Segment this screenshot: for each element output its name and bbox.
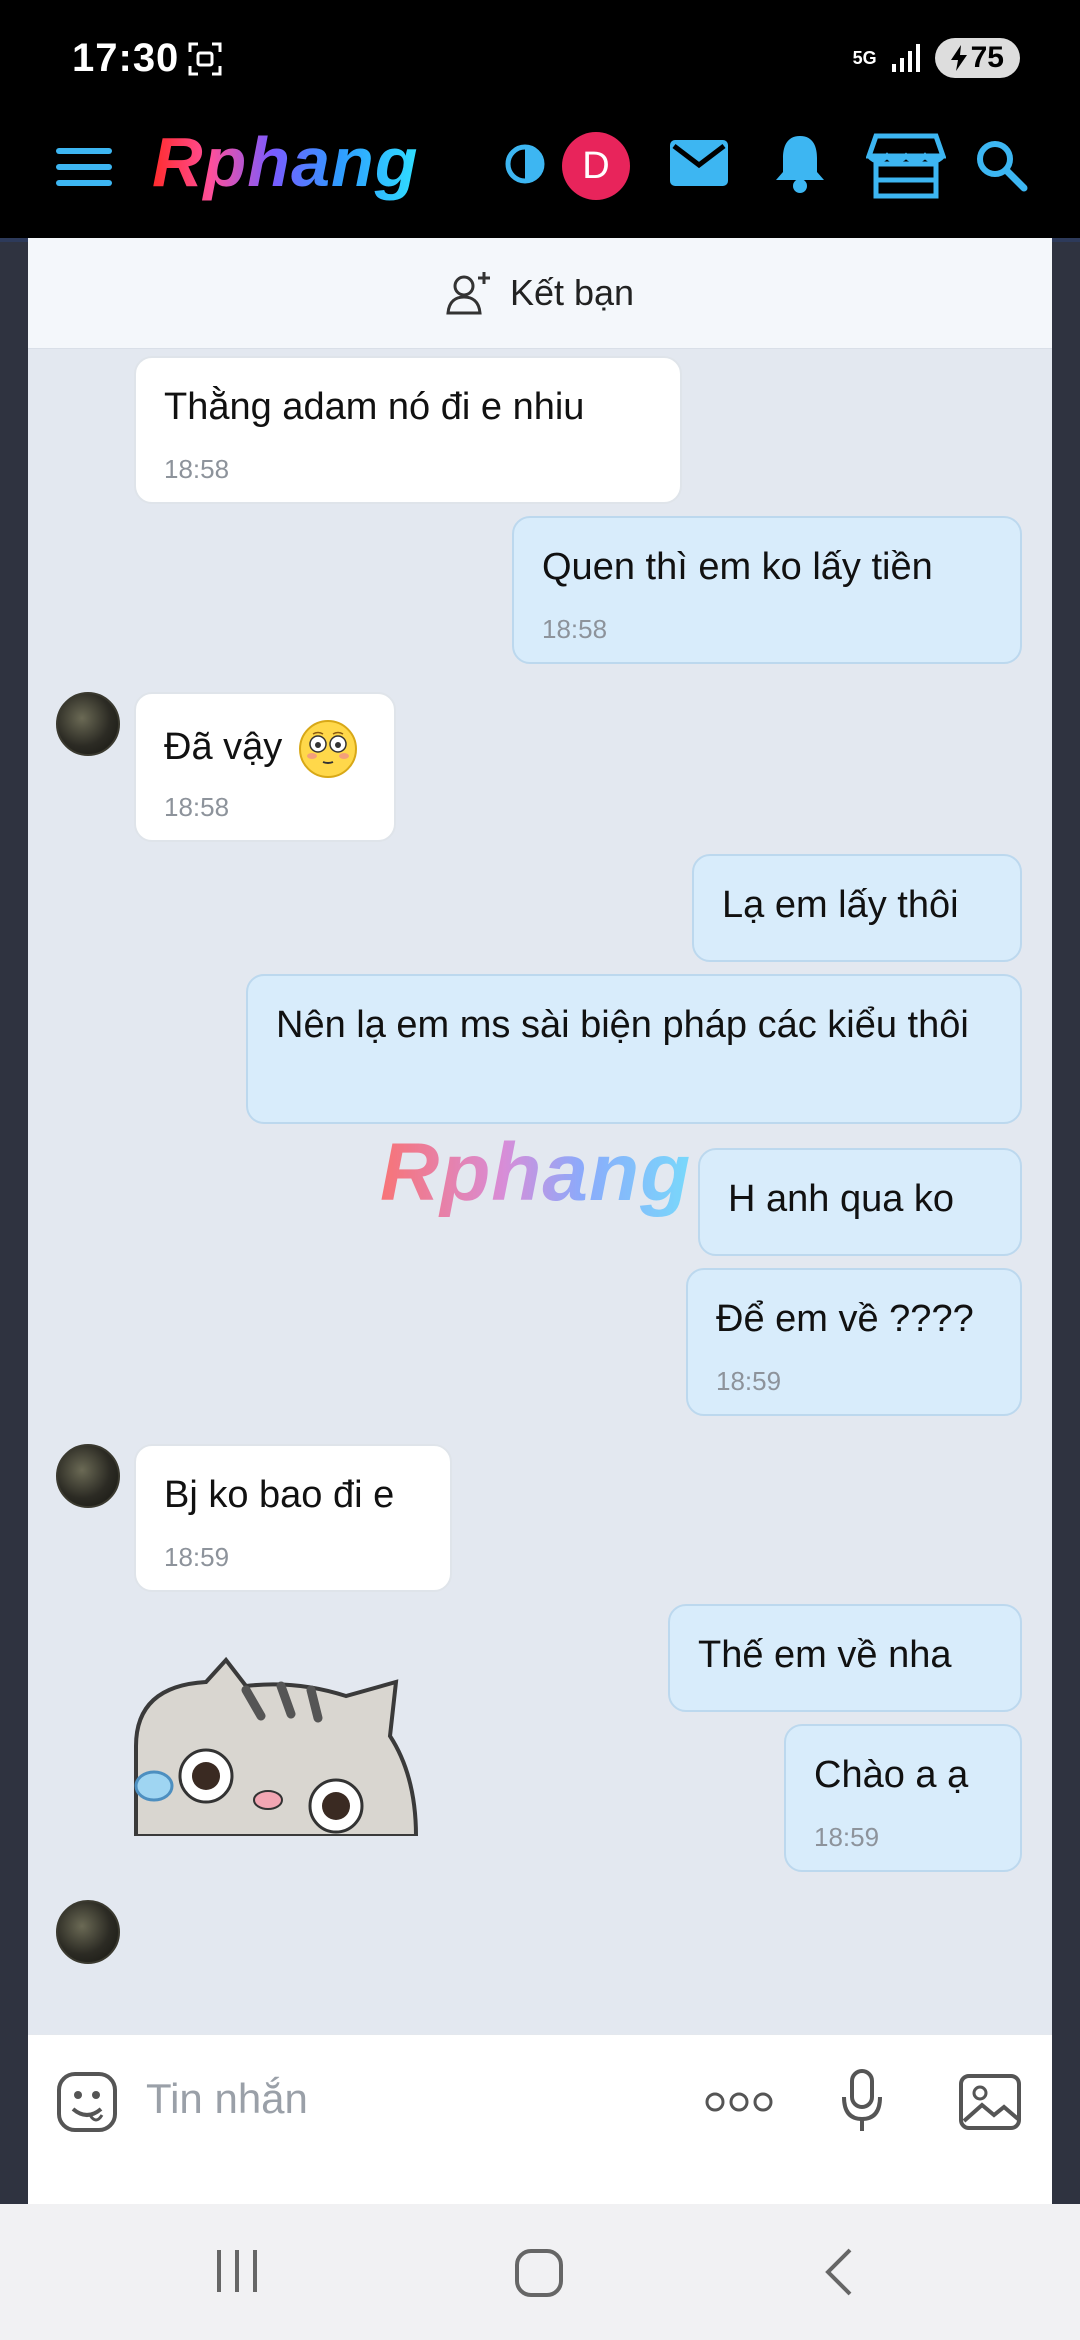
add-friend-label: Kết bạn	[509, 272, 635, 313]
message-bubble-outgoing[interactable]: Quen thì em ko lấy tiền 18:58	[512, 516, 1022, 664]
home-icon[interactable]	[514, 2248, 564, 2298]
message-text: Thằng adam nó đi e nhiu	[164, 386, 585, 428]
contact-avatar[interactable]	[56, 1900, 120, 1964]
battery-indicator: 75	[934, 38, 1020, 78]
message-time: 18:59	[164, 1542, 230, 1572]
image-attach-icon[interactable]	[958, 2073, 1022, 2131]
notification-bell-icon[interactable]	[772, 132, 828, 194]
message-text: Lạ em lấy thôi	[722, 884, 959, 926]
status-indicators: 5G 75	[853, 38, 1020, 78]
store-icon[interactable]	[866, 132, 946, 200]
message-bubble-outgoing[interactable]: Chào a ạ 18:59	[784, 1724, 1022, 1872]
site-watermark: Rphang	[380, 1127, 692, 1218]
message-bubble-outgoing[interactable]: Lạ em lấy thôi	[692, 854, 1022, 962]
message-text: Đã vậy	[164, 726, 283, 769]
add-friend-button[interactable]: Kết bạn	[28, 238, 1052, 349]
signal-icon	[891, 44, 920, 72]
message-text: Để em về ????	[716, 1298, 974, 1340]
message-bubble-outgoing[interactable]: H anh qua ko	[698, 1148, 1022, 1256]
back-icon[interactable]	[822, 2246, 856, 2298]
flushed-face-emoji-icon	[298, 720, 357, 778]
user-avatar[interactable]: D	[562, 132, 630, 200]
emoji-sticker-icon[interactable]	[56, 2071, 118, 2133]
search-icon[interactable]	[974, 138, 1028, 192]
message-time: 18:58	[542, 614, 608, 644]
status-bar: 17:30 5G 75	[0, 0, 1080, 120]
system-navigation-bar	[0, 2204, 1080, 2340]
network-type: 5G	[852, 48, 877, 68]
message-input[interactable]: Tin nhắn	[146, 2075, 308, 2123]
hamburger-menu-icon[interactable]	[56, 146, 112, 188]
chat-panel: Kết bạn Thằng adam nó đi e nhiu 18:58 Qu…	[28, 238, 1052, 2204]
mail-icon[interactable]	[668, 138, 730, 188]
message-text: Nên lạ em ms sài biện pháp các kiểu thôi	[276, 1004, 969, 1046]
message-time: 18:58	[164, 792, 230, 822]
message-composer: Tin nhắn	[28, 2034, 1052, 2205]
add-friend-icon	[446, 272, 490, 315]
status-time: 17:30	[72, 36, 180, 80]
message-text: Chào a ạ	[814, 1754, 969, 1796]
message-text: Thế em về nha	[698, 1634, 952, 1676]
contact-avatar[interactable]	[56, 1444, 120, 1508]
message-bubble-incoming[interactable]: Đã vậy 18:58	[134, 692, 396, 842]
message-text: H anh qua ko	[728, 1178, 955, 1220]
message-time: 18:59	[814, 1822, 880, 1852]
cat-sticker-icon[interactable]	[96, 1656, 456, 1836]
battery-level: 75	[970, 41, 1004, 74]
message-time: 18:58	[164, 454, 230, 484]
message-text: Quen thì em ko lấy tiền	[542, 546, 933, 588]
message-bubble-incoming[interactable]: Bj ko bao đi e 18:59	[134, 1444, 452, 1592]
charging-icon	[950, 45, 967, 71]
microphone-icon[interactable]	[840, 2067, 884, 2135]
more-options-icon[interactable]	[704, 2089, 774, 2115]
contact-avatar[interactable]	[56, 692, 120, 756]
message-bubble-outgoing[interactable]: Thế em về nha	[668, 1604, 1022, 1712]
screenshot-icon	[188, 42, 222, 76]
contrast-toggle-icon[interactable]	[504, 143, 546, 185]
message-bubble-outgoing[interactable]: Để em về ???? 18:59	[686, 1268, 1022, 1416]
message-text: Bj ko bao đi e	[164, 1474, 395, 1516]
site-logo[interactable]: Rphang	[152, 122, 419, 202]
message-bubble-outgoing[interactable]: Nên lạ em ms sài biện pháp các kiểu thôi	[246, 974, 1022, 1124]
recent-apps-icon[interactable]	[214, 2250, 260, 2292]
message-time: 18:59	[716, 1366, 782, 1396]
message-bubble-incoming[interactable]: Thằng adam nó đi e nhiu 18:58	[134, 356, 682, 504]
